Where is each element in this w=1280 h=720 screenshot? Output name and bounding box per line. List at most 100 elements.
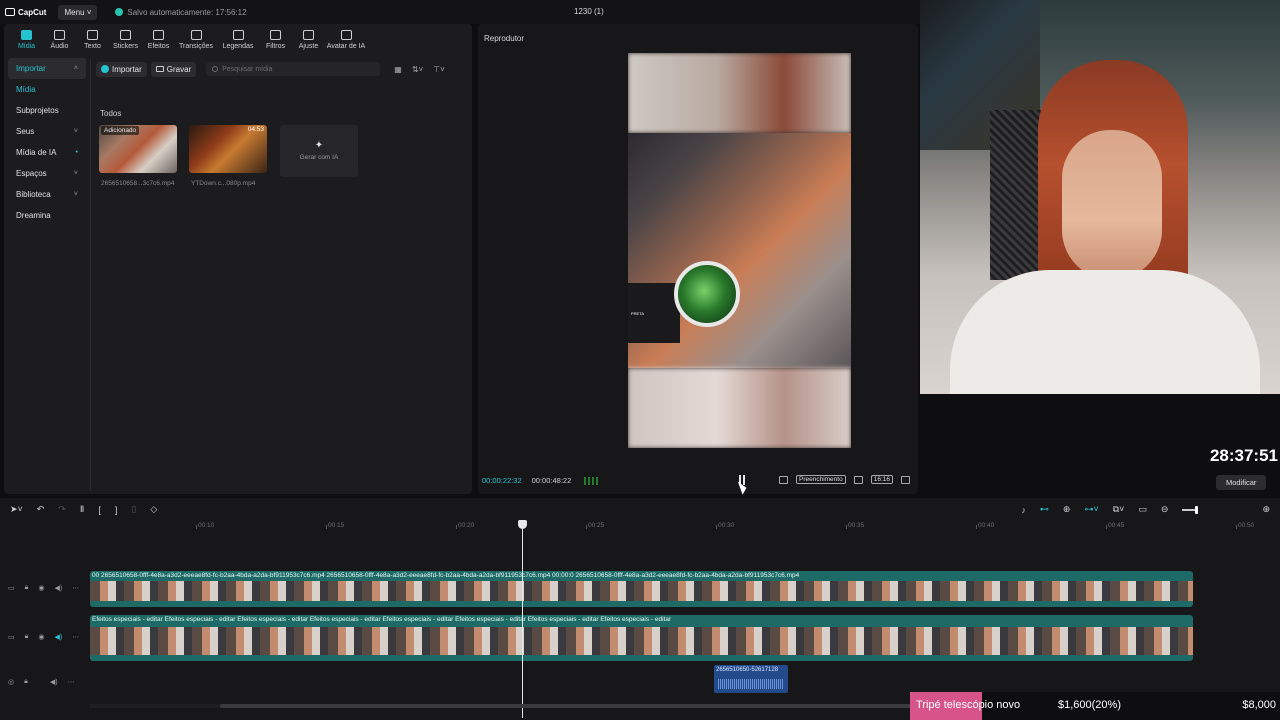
eye-icon[interactable]: ◉ bbox=[38, 633, 44, 641]
sticker-icon bbox=[120, 30, 131, 40]
zoom-out-icon[interactable]: ⊖ bbox=[1161, 504, 1169, 515]
microphone-icon[interactable]: ♪ bbox=[1021, 505, 1026, 515]
media-thumbnail[interactable]: Adicionado bbox=[99, 125, 177, 173]
added-badge: Adicionado bbox=[101, 126, 140, 135]
import-button[interactable]: Importar bbox=[96, 61, 147, 77]
capcut-logo-icon bbox=[5, 8, 15, 16]
captions-icon bbox=[232, 30, 244, 40]
media-side-nav: Importar ˄ Mídia Subprojetos Seus ˅ Mídia … bbox=[8, 58, 91, 490]
menu-button[interactable]: Menu ˅ bbox=[58, 4, 98, 20]
marker-icon[interactable]: ◇ bbox=[150, 504, 157, 515]
media-toolbar: Importar Gravar Pesquisar mídia ▦ ⇅˅ ⊤˅ bbox=[96, 61, 466, 77]
lock-icon[interactable]: 🔒︎ bbox=[25, 633, 29, 641]
playhead-handle[interactable] bbox=[518, 520, 527, 529]
tab-captions[interactable]: Legendas bbox=[217, 28, 259, 50]
nav-spaces[interactable]: Espaços ˅ bbox=[8, 163, 86, 184]
nav-ai-media[interactable]: Mídia de IA • bbox=[8, 142, 86, 163]
modify-button[interactable]: Modificar bbox=[1216, 475, 1267, 490]
delete-icon[interactable]: ▯ bbox=[131, 504, 136, 515]
media-thumbnail[interactable]: 04:53 bbox=[189, 125, 267, 173]
zoom-fit-icon[interactable]: ⊕ bbox=[1262, 504, 1270, 515]
nav-label: Dreamina bbox=[16, 211, 51, 220]
tab-stickers[interactable]: Stickers bbox=[109, 28, 142, 50]
tab-adjust[interactable]: Ajuste bbox=[292, 28, 325, 50]
tab-ai-avatar[interactable]: Avatar de IA bbox=[325, 28, 367, 50]
track-cover-icon[interactable]: ▭ bbox=[8, 633, 15, 641]
webcam-overlay bbox=[920, 0, 1280, 394]
eye-icon[interactable]: ◉ bbox=[38, 584, 44, 592]
clip-label: Efeitos especiais - editar Efeitos espec… bbox=[92, 616, 672, 623]
media-search-input[interactable]: Pesquisar mídia bbox=[206, 62, 381, 76]
generate-with-ai-button[interactable]: ✦ Gerar com IA bbox=[280, 125, 358, 177]
chevron-down-icon: ˅ bbox=[73, 128, 78, 135]
fullscreen-icon[interactable] bbox=[901, 475, 910, 484]
nav-import[interactable]: Importar ˄ bbox=[8, 58, 86, 79]
nav-library[interactable]: Biblioteca ˅ bbox=[8, 184, 86, 205]
tab-audio[interactable]: Áudio bbox=[43, 28, 76, 50]
caption-icon[interactable]: ▭ bbox=[1138, 504, 1147, 515]
media-section-label: Todos bbox=[100, 109, 122, 118]
import-label: Importar bbox=[112, 64, 142, 74]
trim-left-icon[interactable]: [ bbox=[98, 505, 101, 515]
preview-axis-icon[interactable]: ⧉˅ bbox=[1113, 504, 1125, 515]
more-icon[interactable]: ⋯ bbox=[72, 633, 79, 641]
tab-filters[interactable]: Filtros bbox=[259, 28, 292, 50]
video-track-1[interactable]: 00 2656510658-0fff-4e8a-a3d2-eeeae8fd-fc… bbox=[90, 571, 1193, 607]
nav-yours[interactable]: Seus ˅ bbox=[8, 121, 86, 142]
player-panel: Reprodutor PRETA 00:00:22:32 00:00:48:22… bbox=[478, 24, 918, 495]
video-track-2[interactable]: Efeitos especiais - editar Efeitos espec… bbox=[90, 615, 1193, 661]
undo-icon[interactable]: ↶ bbox=[37, 504, 45, 515]
nav-subprojects[interactable]: Subprojetos bbox=[8, 100, 86, 121]
volume-icon[interactable]: ◀) bbox=[54, 584, 62, 592]
record-button[interactable]: Gravar bbox=[150, 61, 197, 77]
filter-icon[interactable]: ⊤˅ bbox=[433, 65, 445, 74]
snap-icon[interactable]: ⊕ bbox=[1063, 504, 1071, 515]
video-preview[interactable]: PRETA bbox=[628, 53, 851, 448]
lock-icon[interactable]: 🔒︎ bbox=[25, 584, 29, 592]
audio-track-icon[interactable]: ◎ bbox=[8, 678, 14, 686]
crop-icon[interactable] bbox=[778, 475, 788, 484]
volume-icon[interactable]: ◀) bbox=[54, 633, 62, 641]
tab-effects[interactable]: Efeitos bbox=[142, 28, 175, 50]
audio-track-controls: ◎ 🔒︎ ◀) ⋯ bbox=[8, 678, 75, 686]
lock-icon[interactable]: 🔒︎ bbox=[24, 678, 28, 686]
tab-transitions[interactable]: Transições bbox=[175, 28, 217, 50]
redo-icon[interactable]: ↷ bbox=[58, 504, 66, 515]
timeline-ruler[interactable]: 00:10 00:15 00:20 00:25 00:30 00:35 00:4… bbox=[88, 522, 1280, 532]
telescope-lens-image bbox=[674, 261, 740, 327]
grid-view-icon[interactable]: ▦ bbox=[394, 65, 402, 74]
aspect-ratio-button[interactable]: 16:16 bbox=[870, 475, 893, 484]
scrollbar-thumb[interactable] bbox=[220, 704, 920, 708]
webcam-person-shirt bbox=[950, 270, 1260, 394]
project-title[interactable]: 1230 (1) bbox=[574, 7, 604, 16]
playhead[interactable] bbox=[518, 520, 527, 718]
more-icon[interactable]: ⋯ bbox=[72, 584, 79, 592]
tab-label: Transições bbox=[179, 43, 213, 50]
split-icon[interactable]: Ⅱ bbox=[80, 504, 84, 515]
autosave-text: Salvo automaticamente: 17:56:12 bbox=[127, 7, 247, 17]
magnet-link-icon[interactable]: ⊷ bbox=[1040, 504, 1049, 515]
link-clips-icon[interactable]: ⊶˅ bbox=[1084, 504, 1098, 515]
audio-clip[interactable]: 2656510650-52617128 bbox=[714, 665, 788, 693]
track-cover-icon[interactable]: ▭ bbox=[8, 584, 15, 592]
select-tool-icon[interactable]: ➤˅ bbox=[10, 504, 23, 515]
app-logo: CapCut bbox=[5, 8, 46, 17]
track1-controls: ▭ 🔒︎ ◉ ◀) ⋯ bbox=[8, 584, 79, 592]
zoom-slider[interactable] bbox=[1182, 505, 1199, 514]
nav-dreamina[interactable]: Dreamina bbox=[8, 205, 86, 226]
filters-icon bbox=[270, 30, 281, 40]
donation-goal-label: Tripé telescópio novo bbox=[916, 699, 1021, 711]
nav-media[interactable]: Mídia bbox=[8, 79, 86, 100]
tab-media[interactable]: Mídia bbox=[10, 28, 43, 50]
fill-mode-button[interactable]: Preenchimento bbox=[795, 475, 846, 484]
snapshot-icon[interactable] bbox=[853, 475, 863, 484]
more-icon[interactable]: ⋯ bbox=[68, 678, 75, 686]
tab-text[interactable]: Texto bbox=[76, 28, 109, 50]
camera-icon bbox=[155, 66, 164, 72]
volume-icon[interactable]: ◀) bbox=[50, 678, 58, 686]
trim-right-icon[interactable]: ] bbox=[115, 505, 118, 515]
view-options: ▦ ⇅˅ ⊤˅ bbox=[394, 65, 445, 74]
tab-label: Avatar de IA bbox=[326, 43, 366, 50]
total-time: 00:00:48:22 bbox=[531, 476, 572, 485]
sort-icon[interactable]: ⇅˅ bbox=[412, 65, 423, 74]
